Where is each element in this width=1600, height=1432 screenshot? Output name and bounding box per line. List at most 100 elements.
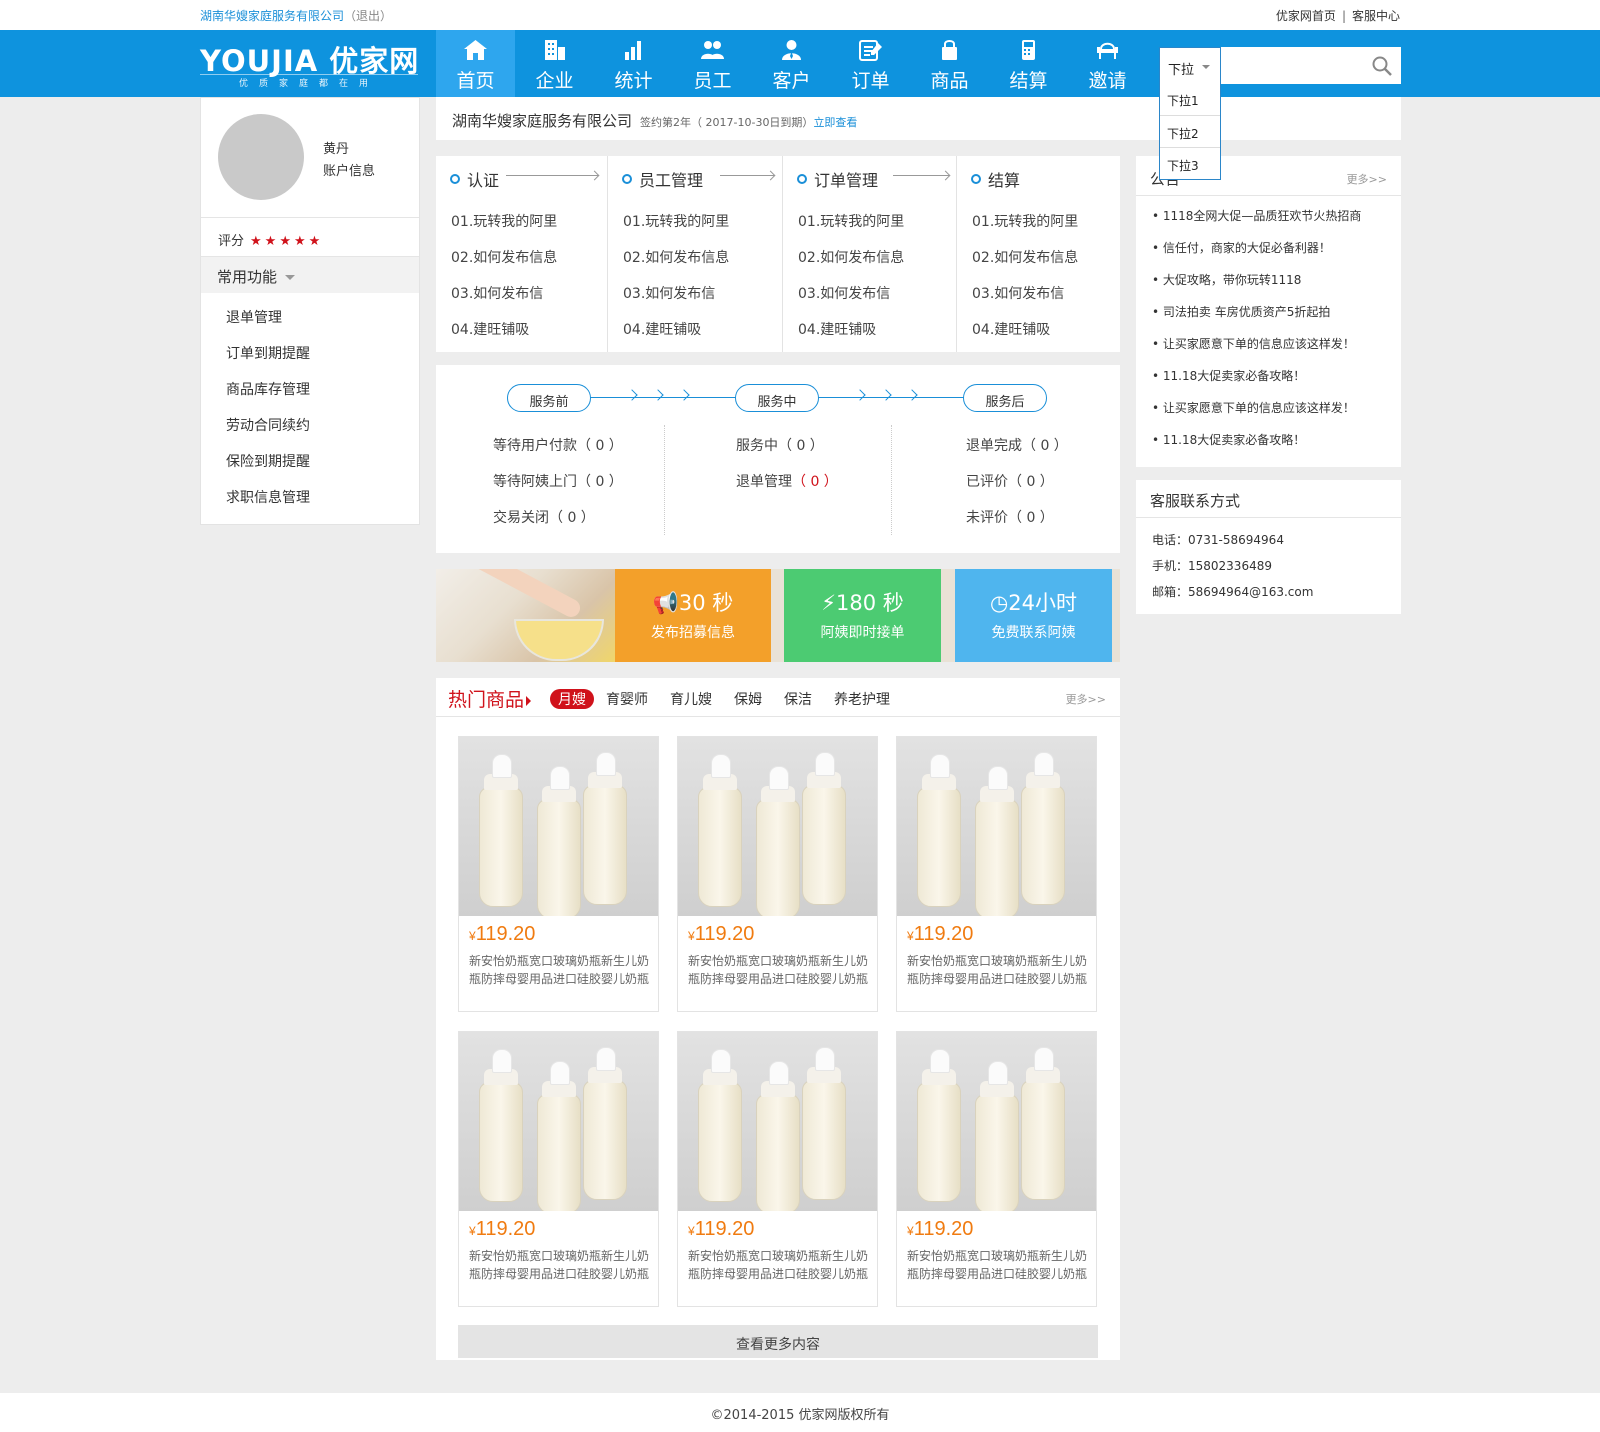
notice-item[interactable]: • 1118全网大促—品质狂欢节火热招商 [1152, 207, 1361, 239]
product-card[interactable]: ¥119.20 新安怡奶瓶宽口玻璃奶瓶新生儿奶瓶防摔母婴用品进口硅胶婴儿奶瓶 [677, 1031, 878, 1307]
nav-invite[interactable]: 邀请 [1068, 30, 1147, 97]
price-value: 119.20 [475, 923, 536, 945]
dropdown-option[interactable]: 下拉2 [1160, 115, 1220, 147]
step-link[interactable]: 04.建旺铺吸 [798, 319, 876, 339]
product-card[interactable]: ¥119.20 新安怡奶瓶宽口玻璃奶瓶新生儿奶瓶防摔母婴用品进口硅胶婴儿奶瓶 [458, 736, 659, 1012]
product-description[interactable]: 新安怡奶瓶宽口玻璃奶瓶新生儿奶瓶防摔母婴用品进口硅胶婴儿奶瓶 [688, 952, 870, 988]
step-link[interactable]: 04.建旺铺吸 [972, 319, 1050, 339]
step-link[interactable]: 03.如何发布信 [972, 283, 1064, 303]
step-link[interactable]: 03.如何发布信 [798, 283, 890, 303]
home-link[interactable]: 优家网首页 [1276, 9, 1336, 23]
step-link[interactable]: 03.如何发布信 [451, 283, 543, 303]
product-description[interactable]: 新安怡奶瓶宽口玻璃奶瓶新生儿奶瓶防摔母婴用品进口硅胶婴儿奶瓶 [907, 1247, 1089, 1283]
promo-tile-accept[interactable]: ⚡180 秒 阿姨即时接单 [784, 569, 941, 662]
notice-item[interactable]: • 大促攻略，带你玩转1118 [1152, 271, 1361, 303]
nav-stats[interactable]: 统计 [594, 30, 673, 97]
product-description[interactable]: 新安怡奶瓶宽口玻璃奶瓶新生儿奶瓶防摔母婴用品进口硅胶婴儿奶瓶 [469, 952, 651, 988]
product-description[interactable]: 新安怡奶瓶宽口玻璃奶瓶新生儿奶瓶防摔母婴用品进口硅胶婴儿奶瓶 [907, 952, 1089, 988]
step-link[interactable]: 03.如何发布信 [623, 283, 715, 303]
nav-enterprise[interactable]: 企业 [515, 30, 594, 97]
tab-baojie[interactable]: 保洁 [784, 689, 812, 709]
status-link[interactable]: 等待阿姨上门（ 0 ） [493, 471, 623, 507]
search-category-select[interactable]: 下拉 [1159, 47, 1221, 84]
more-link[interactable]: 更多>> [1347, 171, 1387, 187]
product-card[interactable]: ¥119.20 新安怡奶瓶宽口玻璃奶瓶新生儿奶瓶防摔母婴用品进口硅胶婴儿奶瓶 [677, 736, 878, 1012]
sidebar-item[interactable]: 劳动合同续约 [226, 411, 310, 447]
load-more-button[interactable]: 查看更多内容 [458, 1325, 1098, 1358]
nav-customer[interactable]: 客户 [752, 30, 831, 97]
product-card[interactable]: ¥119.20 新安怡奶瓶宽口玻璃奶瓶新生儿奶瓶防摔母婴用品进口硅胶婴儿奶瓶 [896, 736, 1097, 1012]
tab-yuersao[interactable]: 育儿嫂 [670, 689, 712, 709]
tab-yanglao[interactable]: 养老护理 [834, 689, 890, 709]
service-center-link[interactable]: 客服中心 [1352, 9, 1400, 23]
sidebar-item[interactable]: 保险到期提醒 [226, 447, 310, 483]
product-description[interactable]: 新安怡奶瓶宽口玻璃奶瓶新生儿奶瓶防摔母婴用品进口硅胶婴儿奶瓶 [469, 1247, 651, 1283]
sidebar-item[interactable]: 退单管理 [226, 303, 310, 339]
step-link[interactable]: 01.玩转我的阿里 [623, 211, 729, 231]
nav-home[interactable]: 首页 [436, 30, 515, 97]
logo[interactable]: YOUJIA 优家网 优质家庭都在用 [200, 38, 425, 90]
product-image[interactable] [459, 737, 658, 916]
step-link[interactable]: 01.玩转我的阿里 [451, 211, 557, 231]
step-link[interactable]: 01.玩转我的阿里 [972, 211, 1078, 231]
more-link[interactable]: 更多>> [1066, 691, 1106, 707]
status-link[interactable]: 服务中（ 0 ） [736, 435, 838, 471]
tab-yuesao[interactable]: 月嫂 [550, 689, 594, 709]
tab-yuyingshi[interactable]: 育婴师 [606, 689, 648, 709]
sidebar-item[interactable]: 求职信息管理 [226, 483, 310, 519]
product-description[interactable]: 新安怡奶瓶宽口玻璃奶瓶新生儿奶瓶防摔母婴用品进口硅胶婴儿奶瓶 [688, 1247, 870, 1283]
status-link[interactable]: 已评价（ 0 ） [966, 471, 1068, 507]
nav-order[interactable]: 订单 [831, 30, 910, 97]
step-link[interactable]: 02.如何发布信息 [451, 247, 557, 267]
search-input[interactable] [1223, 49, 1363, 81]
price-value: 119.20 [475, 1218, 536, 1240]
building-icon [545, 40, 565, 60]
promo-tile-publish[interactable]: 📢30 秒 发布招募信息 [615, 569, 771, 662]
bottle-shape [583, 1047, 627, 1200]
notice-item[interactable]: • 信任付，商家的大促必备利器！ [1152, 239, 1361, 271]
view-now-link[interactable]: 立即查看 [813, 116, 857, 129]
notice-item[interactable]: • 让买家愿意下单的信息应该这样发！ [1152, 399, 1361, 431]
status-link[interactable]: 交易关闭（ 0 ） [493, 507, 623, 543]
notice-item[interactable]: • 11.18大促卖家必备攻略！ [1152, 367, 1361, 399]
account-info-link[interactable]: 账户信息 [323, 160, 375, 179]
nav-settlement[interactable]: 结算 [989, 30, 1068, 97]
avatar[interactable] [218, 114, 304, 200]
step-link[interactable]: 04.建旺铺吸 [623, 319, 701, 339]
status-link[interactable]: 退单管理（ 0 ） [736, 471, 838, 507]
product-card[interactable]: ¥119.20 新安怡奶瓶宽口玻璃奶瓶新生儿奶瓶防摔母婴用品进口硅胶婴儿奶瓶 [896, 1031, 1097, 1307]
step-title: 订单管理 [797, 167, 878, 191]
product-image[interactable] [678, 1032, 877, 1211]
product-image[interactable] [459, 1032, 658, 1211]
arrow-right-icon [720, 175, 774, 176]
step-link[interactable]: 02.如何发布信息 [972, 247, 1078, 267]
product-image[interactable] [897, 737, 1096, 916]
logout-link[interactable]: （退出） [344, 9, 392, 23]
step-link[interactable]: 01.玩转我的阿里 [798, 211, 904, 231]
sidebar-item[interactable]: 商品库存管理 [226, 375, 310, 411]
notice-item[interactable]: • 11.18大促卖家必备攻略！ [1152, 431, 1361, 463]
notice-item[interactable]: • 司法拍卖 车房优质资产5折起拍 [1152, 303, 1361, 335]
company-link[interactable]: 湖南华嫂家庭服务有限公司 [200, 9, 344, 23]
search-icon[interactable] [1371, 55, 1393, 77]
step-link[interactable]: 04.建旺铺吸 [451, 319, 529, 339]
bottle-shape [1021, 752, 1065, 905]
common-functions-toggle[interactable]: 常用功能 [201, 257, 419, 293]
dropdown-option[interactable]: 下拉3 [1160, 147, 1220, 179]
nav-goods[interactable]: 商品 [910, 30, 989, 97]
tab-baomu[interactable]: 保姆 [734, 689, 762, 709]
promo-tile-contact[interactable]: ◷24小时 免费联系阿姨 [955, 569, 1112, 662]
step-link[interactable]: 02.如何发布信息 [798, 247, 904, 267]
nav-staff[interactable]: 员工 [673, 30, 752, 97]
status-link[interactable]: 等待用户付款（ 0 ） [493, 435, 623, 471]
product-card[interactable]: ¥119.20 新安怡奶瓶宽口玻璃奶瓶新生儿奶瓶防摔母婴用品进口硅胶婴儿奶瓶 [458, 1031, 659, 1307]
stage-before: 服务前 [507, 384, 591, 412]
product-image[interactable] [897, 1032, 1096, 1211]
dropdown-option[interactable]: 下拉1 [1160, 83, 1220, 115]
sidebar-item[interactable]: 订单到期提醒 [226, 339, 310, 375]
notice-item[interactable]: • 让买家愿意下单的信息应该这样发！ [1152, 335, 1361, 367]
product-image[interactable] [678, 737, 877, 916]
status-link[interactable]: 未评价（ 0 ） [966, 507, 1068, 543]
status-link[interactable]: 退单完成（ 0 ） [966, 435, 1068, 471]
step-link[interactable]: 02.如何发布信息 [623, 247, 729, 267]
